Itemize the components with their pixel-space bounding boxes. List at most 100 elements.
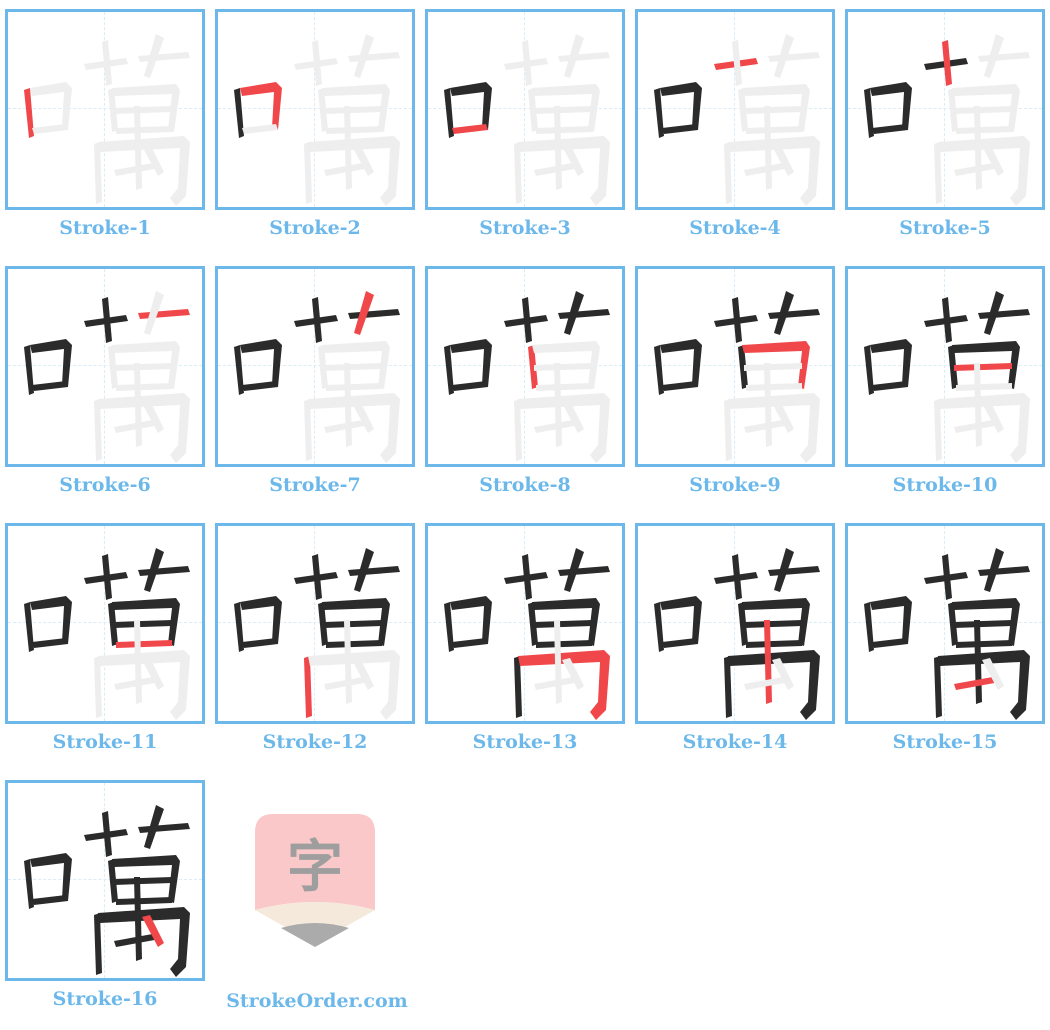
completed-stroke [660, 82, 702, 130]
stroke-cell: Stroke-6 [5, 266, 205, 514]
completed-stroke [536, 640, 592, 648]
stroke-label: Stroke-4 [689, 217, 781, 239]
character-strokes [234, 34, 400, 206]
completed-stroke [240, 596, 282, 644]
stroke-cell: Stroke-4 [635, 9, 835, 257]
character-strokes [654, 548, 820, 720]
stroke-label: Stroke-8 [479, 474, 571, 496]
character-strokes [24, 291, 190, 463]
character-strokes [24, 34, 190, 206]
stroke-cell: Stroke-9 [635, 266, 835, 514]
character-strokes [24, 548, 190, 720]
character-strokes [444, 548, 610, 720]
ghost-stroke [744, 363, 802, 371]
stroke-cell: Stroke-1 [5, 9, 205, 257]
ghost-stroke [344, 363, 352, 447]
character-strokes [864, 291, 1030, 463]
completed-stroke [240, 339, 282, 387]
completed-stroke [348, 566, 400, 576]
completed-stroke [324, 620, 382, 628]
current-stroke [452, 124, 488, 134]
completed-stroke [114, 877, 172, 885]
ghost-stroke [554, 106, 562, 190]
ghost-stroke [554, 363, 562, 447]
completed-stroke [746, 640, 802, 648]
ghost-stroke [764, 106, 772, 190]
ghost-stroke [558, 52, 610, 62]
character-strokes [234, 548, 400, 720]
stroke-frame [5, 9, 205, 210]
strokeorder-logo[interactable]: 字 StrokeOrder.com [217, 782, 417, 1030]
stroke-cell: Stroke-14 [635, 523, 835, 771]
character-strokes [444, 34, 610, 206]
completed-stroke [114, 620, 172, 628]
completed-stroke [242, 638, 278, 648]
completed-stroke [138, 566, 190, 576]
stroke-label: Stroke-7 [269, 474, 361, 496]
stroke-cell: Stroke-3 [425, 9, 625, 257]
ghost-stroke [746, 383, 802, 391]
stroke-frame [845, 523, 1045, 724]
stroke-label: Stroke-2 [269, 217, 361, 239]
completed-stroke [116, 897, 172, 905]
ghost-stroke [534, 363, 592, 371]
ghost-stroke [344, 620, 352, 704]
completed-stroke [32, 638, 68, 648]
ghost-stroke [30, 82, 72, 130]
completed-stroke [660, 596, 702, 644]
stroke-cell: Stroke-8 [425, 266, 625, 514]
stroke-frame [425, 523, 625, 724]
ghost-stroke [974, 363, 982, 447]
completed-stroke [558, 566, 610, 576]
ghost-stroke [744, 106, 802, 114]
completed-stroke [242, 381, 278, 391]
ghost-stroke [324, 363, 382, 371]
ghost-stroke [978, 52, 1030, 62]
ghost-stroke [536, 126, 592, 134]
stroke-cell: Stroke-12 [215, 523, 415, 771]
ghost-stroke [114, 106, 172, 114]
stroke-label: Stroke-1 [59, 217, 151, 239]
stroke-cell: Stroke-10 [845, 266, 1045, 514]
ghost-stroke [134, 620, 142, 704]
completed-stroke [954, 620, 1012, 628]
completed-stroke [872, 638, 908, 648]
character-strokes [654, 34, 820, 206]
completed-stroke [768, 566, 820, 576]
stroke-label: Stroke-15 [892, 731, 998, 753]
stroke-label: Stroke-14 [682, 731, 788, 753]
ghost-stroke [956, 383, 1012, 391]
completed-stroke [558, 309, 610, 319]
current-stroke [764, 620, 772, 704]
ghost-stroke [746, 126, 802, 134]
character-strokes [24, 805, 190, 977]
ghost-stroke [536, 383, 592, 391]
ghost-stroke [32, 124, 68, 134]
ghost-stroke [138, 52, 190, 62]
logo-label[interactable]: StrokeOrder.com [217, 990, 417, 1012]
completed-stroke [348, 309, 400, 319]
completed-stroke [768, 309, 820, 319]
ghost-stroke [326, 383, 382, 391]
completed-stroke [326, 640, 382, 648]
completed-stroke [450, 339, 492, 387]
completed-stroke [662, 381, 698, 391]
stroke-label: Stroke-10 [892, 474, 998, 496]
stroke-cell: Stroke-2 [215, 9, 415, 257]
stroke-label: Stroke-11 [52, 731, 158, 753]
ghost-stroke [242, 124, 278, 134]
ghost-stroke [344, 106, 352, 190]
pencil-logo-icon: 字 [255, 814, 375, 947]
stroke-frame [5, 780, 205, 981]
character-strokes [864, 34, 1030, 206]
current-stroke [116, 640, 172, 648]
completed-stroke [662, 124, 698, 134]
ghost-stroke [554, 620, 562, 704]
completed-stroke [30, 596, 72, 644]
ghost-stroke [764, 363, 772, 447]
completed-stroke [32, 381, 68, 391]
completed-stroke [744, 620, 802, 628]
stroke-label: Stroke-12 [262, 731, 368, 753]
ghost-stroke [954, 106, 1012, 114]
ghost-stroke [534, 106, 592, 114]
